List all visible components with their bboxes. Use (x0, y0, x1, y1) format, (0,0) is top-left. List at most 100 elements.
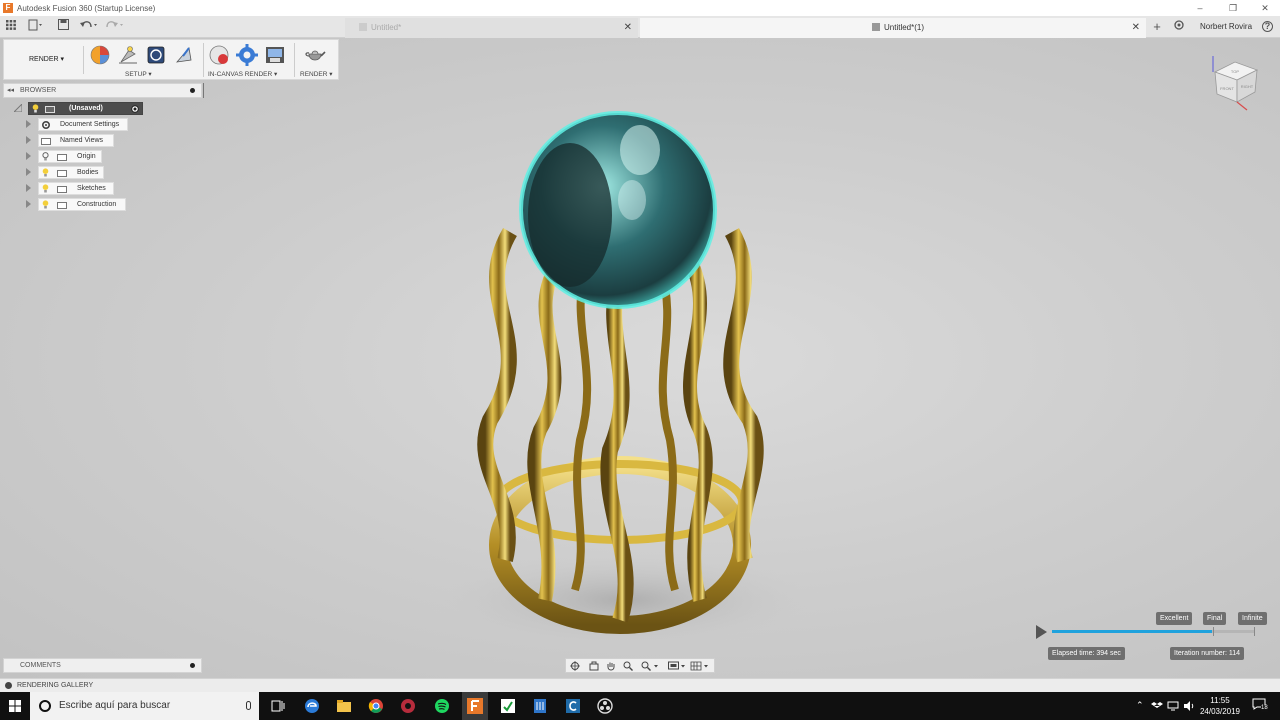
action-center-button[interactable]: 18 (1252, 698, 1268, 712)
window-titlebar: F Autodesk Fusion 360 (Startup License) … (0, 0, 1280, 16)
look-at-icon[interactable] (589, 661, 599, 671)
browser-item-sketches[interactable]: Sketches (26, 182, 114, 195)
task-view-icon[interactable] (270, 698, 286, 714)
x-axis-indicator (1236, 101, 1248, 111)
ribbon-toolbar: RENDER ▾ SETUP ▾ IN-CANVAS RENDER ▾ REND… (3, 39, 339, 80)
browser-item-named-views[interactable]: Named Views (26, 134, 114, 147)
close-window-button[interactable]: ✕ (1250, 0, 1280, 16)
expand-chevron-icon[interactable] (26, 152, 31, 160)
spotify-icon[interactable] (434, 698, 450, 714)
taskbar-search-input[interactable]: Escribe aquí para buscar (30, 692, 259, 720)
display-settings-icon[interactable] (668, 661, 686, 671)
expand-chevron-icon[interactable] (26, 120, 31, 128)
minimize-button[interactable]: – (1185, 0, 1215, 16)
render-teapot-icon[interactable] (304, 44, 326, 66)
save-icon[interactable] (56, 19, 70, 35)
document-app-icon[interactable] (532, 698, 548, 714)
collapse-panel-icon[interactable]: ◂◂ (7, 84, 14, 97)
viewcube-front-label: FRONT (1220, 86, 1234, 91)
job-status-icon[interactable] (1172, 19, 1186, 35)
tab-label: Untitled* (371, 23, 402, 32)
visibility-bulb-icon[interactable] (42, 184, 49, 193)
expand-chevron-icon[interactable] (26, 168, 31, 176)
file-menu-icon[interactable] (26, 19, 46, 35)
appearance-icon[interactable] (89, 44, 111, 66)
render-progress-bar[interactable] (1052, 627, 1255, 636)
viewcube[interactable]: TOP FRONT RIGHT (1205, 50, 1265, 115)
setup-group-label[interactable]: SETUP ▾ (125, 70, 152, 78)
windows-start-icon[interactable] (9, 700, 21, 712)
help-icon[interactable]: ? (1262, 21, 1273, 32)
expand-chevron-icon[interactable] (26, 136, 31, 144)
game-app-icon[interactable] (400, 698, 416, 714)
orbit-icon[interactable] (570, 661, 580, 671)
close-tab-button[interactable]: ✕ (624, 18, 632, 38)
pin-panel-icon[interactable] (190, 88, 195, 93)
fit-zoom-dropdown-icon[interactable] (641, 661, 659, 671)
activate-component-icon[interactable] (131, 105, 139, 113)
green-app-icon[interactable] (500, 698, 516, 714)
panel-resize-handle[interactable] (203, 83, 204, 98)
zoom-icon[interactable] (623, 661, 633, 671)
tab-untitled-1[interactable]: Untitled*(1) ✕ (640, 18, 1146, 38)
volume-icon[interactable] (1183, 700, 1195, 712)
scene-settings-icon[interactable] (117, 44, 139, 66)
rendering-gallery-bar[interactable]: RENDERING GALLERY (0, 678, 1280, 692)
expand-chevron-icon[interactable] (26, 200, 31, 208)
browser-item-origin[interactable]: Origin (26, 150, 102, 163)
grid-settings-icon[interactable] (690, 661, 710, 671)
render-scene (425, 111, 825, 650)
pan-hand-icon[interactable] (606, 661, 616, 671)
design-cube-icon (359, 23, 367, 31)
browser-item-bodies[interactable]: Bodies (26, 166, 104, 179)
visibility-bulb-icon[interactable] (42, 152, 49, 161)
app-grid-icon[interactable] (4, 19, 18, 35)
expand-triangle-icon[interactable] (14, 104, 22, 112)
in-canvas-render-group-label[interactable]: IN-CANVAS RENDER ▾ (208, 70, 277, 78)
microphone-icon[interactable] (246, 701, 251, 710)
browser-item-construction[interactable]: Construction (26, 198, 126, 211)
expand-chevron-icon[interactable] (26, 184, 31, 192)
quality-infinite-button[interactable]: Infinite (1238, 612, 1267, 625)
redo-icon[interactable] (104, 19, 126, 35)
browser-item-document-settings[interactable]: Document Settings (26, 118, 128, 131)
capture-image-icon[interactable] (264, 44, 286, 66)
visibility-bulb-icon[interactable] (32, 104, 39, 113)
tab-untitled[interactable]: Untitled* ✕ (345, 18, 638, 38)
dropbox-icon[interactable] (1151, 700, 1163, 712)
new-tab-button[interactable]: + (1150, 19, 1164, 35)
group-separator (203, 43, 204, 77)
play-render-button[interactable] (1036, 625, 1047, 639)
in-canvas-render-icon[interactable] (208, 44, 230, 66)
close-tab-button[interactable]: ✕ (1132, 18, 1140, 38)
render-settings-gear-icon[interactable] (236, 44, 258, 66)
quality-excellent-button[interactable]: Excellent (1156, 612, 1193, 625)
user-account-menu[interactable]: Norbert Rovira (1200, 16, 1252, 38)
obs-icon[interactable] (597, 698, 613, 714)
visibility-bulb-icon[interactable] (42, 168, 49, 177)
texture-map-icon[interactable] (145, 44, 167, 66)
edge-browser-icon[interactable] (304, 698, 320, 714)
fusion360-taskbar-button[interactable] (462, 692, 488, 720)
workspace-switcher[interactable]: RENDER ▾ (10, 46, 84, 74)
canvas-viewport[interactable] (0, 38, 1280, 678)
tray-chevron-icon[interactable]: ⌃ (1136, 700, 1148, 712)
add-comment-icon[interactable] (190, 663, 195, 668)
restore-button[interactable]: ❐ (1218, 0, 1248, 16)
decal-icon[interactable] (173, 44, 195, 66)
chrome-icon[interactable] (368, 698, 384, 714)
system-clock[interactable]: 11:55 24/03/2019 (1196, 695, 1244, 717)
gallery-gear-icon[interactable] (5, 682, 12, 689)
clock-date: 24/03/2019 (1199, 707, 1241, 716)
undo-icon[interactable] (78, 19, 100, 35)
code-app-icon[interactable] (565, 698, 581, 714)
file-explorer-icon[interactable] (336, 698, 352, 714)
fusion-logo-icon: F (3, 3, 13, 13)
render-group-label[interactable]: RENDER ▾ (300, 70, 333, 78)
quality-final-button[interactable]: Final (1203, 612, 1227, 625)
visibility-bulb-icon[interactable] (42, 200, 49, 209)
network-icon[interactable] (1167, 700, 1179, 712)
comments-panel[interactable]: COMMENTS (3, 658, 202, 673)
progress-marker (1254, 627, 1255, 636)
browser-root-node[interactable]: (Unsaved) (14, 102, 143, 115)
